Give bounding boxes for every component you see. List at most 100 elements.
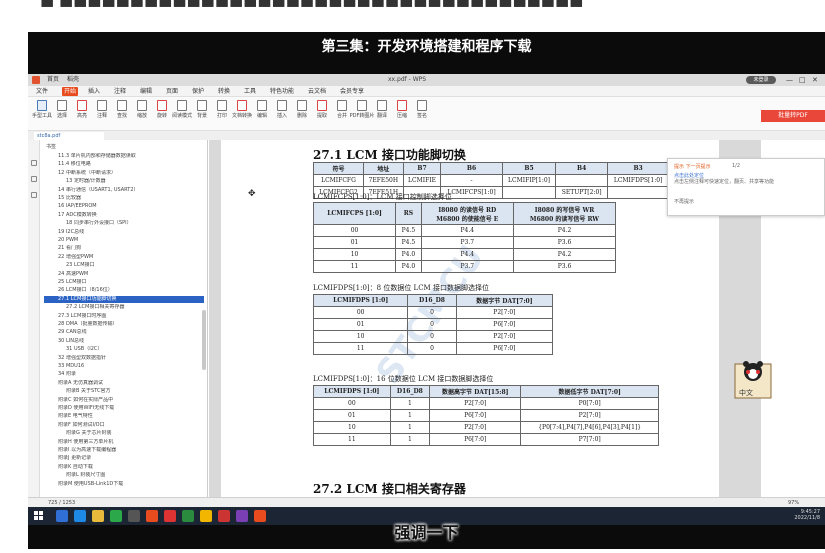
menu-item[interactable]: 工具 [244,87,256,96]
bookmark-item[interactable]: 13 定时器/计数器 [44,178,204,185]
menu-item[interactable]: 注释 [114,87,126,96]
tool-icon [277,100,287,111]
menu-item[interactable]: 开始 [62,87,79,96]
page-indicator[interactable]: 725 / 1253 [48,499,75,507]
tool-icon [417,100,427,111]
tab-docer[interactable]: 稻壳 [64,75,82,85]
document-tabs: stc8a.pdf [28,131,825,140]
bookmark-item[interactable]: 33 MDU16 [44,363,204,370]
video-subtitle: 强调一下 [394,523,459,542]
table-cell [555,174,608,187]
bookmark-item[interactable]: 23 LCM接口 [44,262,204,269]
menu-item[interactable]: 云文档 [308,87,326,96]
login-button[interactable]: 未登录 [746,76,776,84]
bookmark-item[interactable]: 附录K 自动下载 [44,464,204,471]
ribbon-tool[interactable]: 签名 [412,100,432,128]
article-top-strip: ■ ■■■■■■■■■■■■■■■■■■■■■■■■■■■■■■■■■■■■■ [0,0,825,32]
table-cell: 10 [313,421,391,434]
bookmark-item[interactable]: 附录D 使用WIFI无线下载 [44,405,204,412]
bookmark-item[interactable]: 24 高速PWM [44,271,204,278]
bookmark-item[interactable]: 22 增强型PWM [44,254,204,261]
table-cell: 01 [312,236,397,249]
bookmark-item[interactable]: 附录B 关于STC官方 [44,388,204,395]
table-cell [606,186,670,199]
video-frame[interactable]: 第三集：开发环境搭建和程序下载 首页 稻壳 xx.pdf - WPS 未登录 —… [28,32,825,549]
bookmark-item[interactable]: 附录A 无仿真器调试 [44,380,204,387]
bookmark-item[interactable]: 27.1 LCM接口功能脚切换 [44,295,204,303]
menu-item[interactable]: 插入 [88,87,100,96]
table-cell: P2[7:0] [429,421,522,434]
table-cell: 00 [312,224,397,237]
bookmark-item[interactable]: 14 串行通信（USART1, USART2） [44,187,204,194]
bookmark-item[interactable]: 12 中断系统（中断请求） [44,170,204,177]
dps8-table: LCMIFDPS [1:0] D16_D8 数据字节 DAT[7:0] 00 0 P2[7… [312,294,554,355]
thumbnail-icon[interactable] [31,176,37,182]
menu-item[interactable]: 编辑 [140,87,152,96]
zoom-level[interactable]: 97% [788,499,799,507]
tip-checkbox[interactable]: 不再提示 [674,199,814,206]
bookmark-item[interactable]: 16 IAP/EEPROM [44,203,204,210]
tab-home[interactable]: 首页 [44,75,62,85]
bookmark-item[interactable]: 附录H 使用第三方单片机 [44,439,204,446]
bookmark-item[interactable]: 附录E 电气特性 [44,413,204,420]
close-icon[interactable]: ✕ [812,75,818,85]
bookmark-item[interactable]: 20 PWM [44,237,204,244]
table-row: 00 P4.5 P4.4 P4.2 [312,224,617,237]
menu-item[interactable]: 转换 [218,87,230,96]
tool-icon [377,100,387,111]
menu-item[interactable]: 会员专享 [340,87,364,96]
menu-bar: 文件 开始 插入 注释 编辑 页面 保护 转换 工具 特色功能 云文档 会员专享 [28,86,825,97]
table-cell: P6[7:0] [455,318,554,331]
batch-convert-pdf-button[interactable]: 批量转PDF [761,110,825,122]
wps-logo-icon[interactable] [32,76,40,84]
minimize-icon[interactable]: — [786,75,793,85]
maximize-icon[interactable]: □ [799,75,806,85]
bookmark-item[interactable]: 27.2 LCM接口相关寄存器 [44,304,204,311]
bookmark-item[interactable]: 附录M 使用USB-Link1D下载 [44,481,204,488]
menu-item[interactable]: 保护 [192,87,204,96]
bookmark-item[interactable]: 15 比较器 [44,195,204,202]
menu-item[interactable]: 文件 [36,87,48,96]
bookmark-item[interactable]: 31 USB（I2C） [44,346,204,353]
bookmark-item[interactable]: 29 CAN总线 [44,329,204,336]
bookmark-item[interactable]: 27.3 LCM接口时序图 [44,313,204,320]
bookmark-item[interactable]: 28 DMA（批量数据传输） [44,321,204,328]
bookmark-icon[interactable] [31,160,37,166]
table-header-cell: D16_D8 [407,294,457,307]
table-cell: P2[7:0] [455,306,554,319]
tip-text: 点击左侧注释可快速定位，翻页、共享等功能 [674,179,775,185]
tool-icon [357,100,367,111]
bookmark-item[interactable]: 25 LCM接口 [44,279,204,286]
table-cell: P4.0 [395,248,422,261]
menu-item[interactable]: 特色功能 [270,87,294,96]
table-cell: P3.6 [512,236,617,249]
bookmark-item[interactable]: 17 ADC模数转换 [44,212,204,219]
bookmark-item[interactable]: 附录L 封装尺寸图 [44,472,204,479]
comment-icon[interactable] [31,192,37,198]
bookmark-item[interactable]: 附录F 如何测试I/O口 [44,422,204,429]
bookmark-item[interactable]: 11.3 单片机内部和存储器数据读取 [44,153,204,160]
bookmark-item[interactable]: 附录C 如何在实际产品中 [44,397,204,404]
bookmark-item[interactable]: 11.4 移位电路 [44,161,204,168]
bookmark-item[interactable]: 19 I2C总线 [44,229,204,236]
tip-nav[interactable]: 1/2 [732,163,740,169]
tool-icon [317,100,327,111]
bookmark-item[interactable]: 26 LCM接口（8/16位） [44,287,204,294]
bookmark-item[interactable]: 34 附录 [44,371,204,378]
tab-document[interactable]: stc8a.pdf [34,132,104,140]
bookmark-item[interactable]: 21 看门狗 [44,245,204,252]
bookmark-item[interactable]: 32 增强型双数据指针 [44,355,204,362]
bookmark-item[interactable]: 附录J 更新记录 [44,455,204,462]
wps-window: 首页 稻壳 xx.pdf - WPS 未登录 — □ ✕ 文件 开始 插入 注释 编辑 页… [28,74,825,525]
tool-icon [37,100,47,111]
tip-link[interactable]: 点击此处定位 [674,172,704,179]
ribbon-toolbar: 手型工具 选择 高亮 注释 查找 缩放 旋转 阅读模式 背景 打印 文档转换 编辑 插入 删除 提取 合并 PD… [28,97,825,131]
table-row: 11 1 P6[7:0] P7[7:0] [313,433,659,446]
menu-item[interactable]: 页面 [166,87,178,96]
table-cell: 10 [312,248,397,261]
bookmark-item[interactable]: 30 LIN总线 [44,338,204,345]
bookmark-item[interactable]: 附录I 以为高速下载编程器 [44,447,204,454]
bookmark-item[interactable]: 附录G 关于芯片封装 [44,430,204,437]
bookmark-item[interactable]: 18 同步串行外设接口（SPI） [44,220,204,227]
table-header-cell: 符号 [313,162,364,175]
